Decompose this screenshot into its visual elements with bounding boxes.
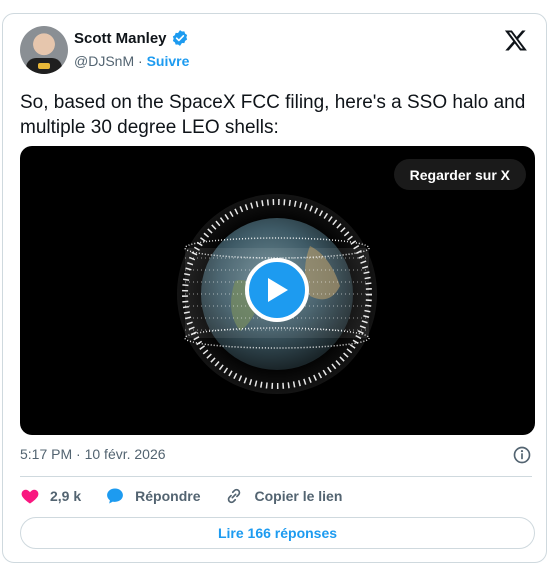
like-action[interactable]: 2,9 k	[20, 486, 81, 506]
author-name[interactable]: Scott Manley	[74, 30, 167, 47]
copy-link-label: Copier le lien	[254, 488, 343, 504]
link-icon	[228, 488, 241, 504]
video-media[interactable]: Regarder sur X	[20, 146, 535, 435]
read-replies-button[interactable]: Lire 166 réponses	[20, 517, 535, 549]
tweet-text: So, based on the SpaceX FCC filing, here…	[20, 92, 526, 138]
author-handle[interactable]: @DJSnM	[74, 53, 134, 69]
copy-link-action[interactable]: Copier le lien	[224, 486, 342, 506]
avatar-shirt-logo	[38, 63, 50, 69]
info-icon[interactable]	[512, 445, 532, 465]
tweet-card: Scott Manley @DJSnM · Suivre So, based o…	[2, 13, 547, 563]
handle-separator: ·	[138, 53, 143, 69]
heart-icon	[21, 489, 39, 504]
action-bar: 2,9 k Répondre Copier le lien	[20, 484, 366, 508]
x-logo-icon[interactable]	[504, 28, 528, 52]
author-name-row: Scott Manley	[74, 29, 189, 47]
reply-bubble-icon	[107, 488, 124, 504]
divider	[20, 476, 532, 477]
reply-label: Répondre	[135, 488, 201, 504]
tweet-date: 10 févr. 2026	[84, 446, 166, 462]
timestamp-row[interactable]: 5:17 PM · 10 févr. 2026	[20, 446, 166, 462]
author-handle-row: @DJSnM · Suivre	[74, 53, 189, 69]
tweet-time: 5:17 PM	[20, 446, 73, 462]
play-icon	[268, 278, 288, 302]
avatar[interactable]	[20, 26, 68, 74]
verified-badge-icon	[172, 30, 187, 46]
timestamp-separator: ·	[76, 446, 81, 462]
follow-link[interactable]: Suivre	[147, 53, 190, 69]
watch-on-x-button[interactable]: Regarder sur X	[393, 159, 526, 190]
play-button[interactable]	[245, 258, 309, 322]
reply-action[interactable]: Répondre	[105, 486, 200, 506]
like-count: 2,9 k	[50, 488, 82, 504]
